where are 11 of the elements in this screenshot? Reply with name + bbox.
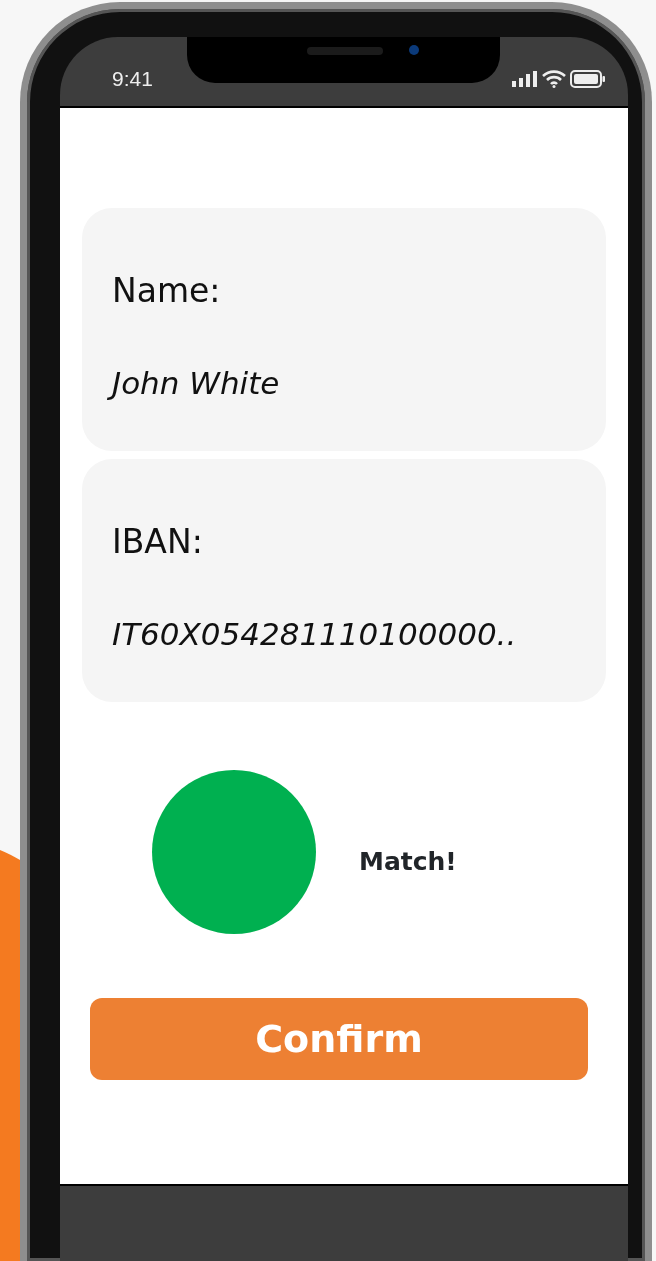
battery-icon: [570, 69, 606, 88]
camera-lens: [409, 45, 419, 55]
match-status: Match!: [359, 846, 457, 879]
field-value: John White: [109, 359, 286, 406]
confirm-button[interactable]: Confirm: [90, 998, 588, 1080]
signal-icon: [512, 70, 538, 87]
field-label: IBAN:: [112, 521, 203, 563]
field-label: Name:: [112, 270, 221, 312]
wifi-icon: [542, 69, 566, 88]
field-value: IT60X054281110100000..: [111, 614, 518, 654]
status-time: 9:41: [112, 65, 153, 92]
